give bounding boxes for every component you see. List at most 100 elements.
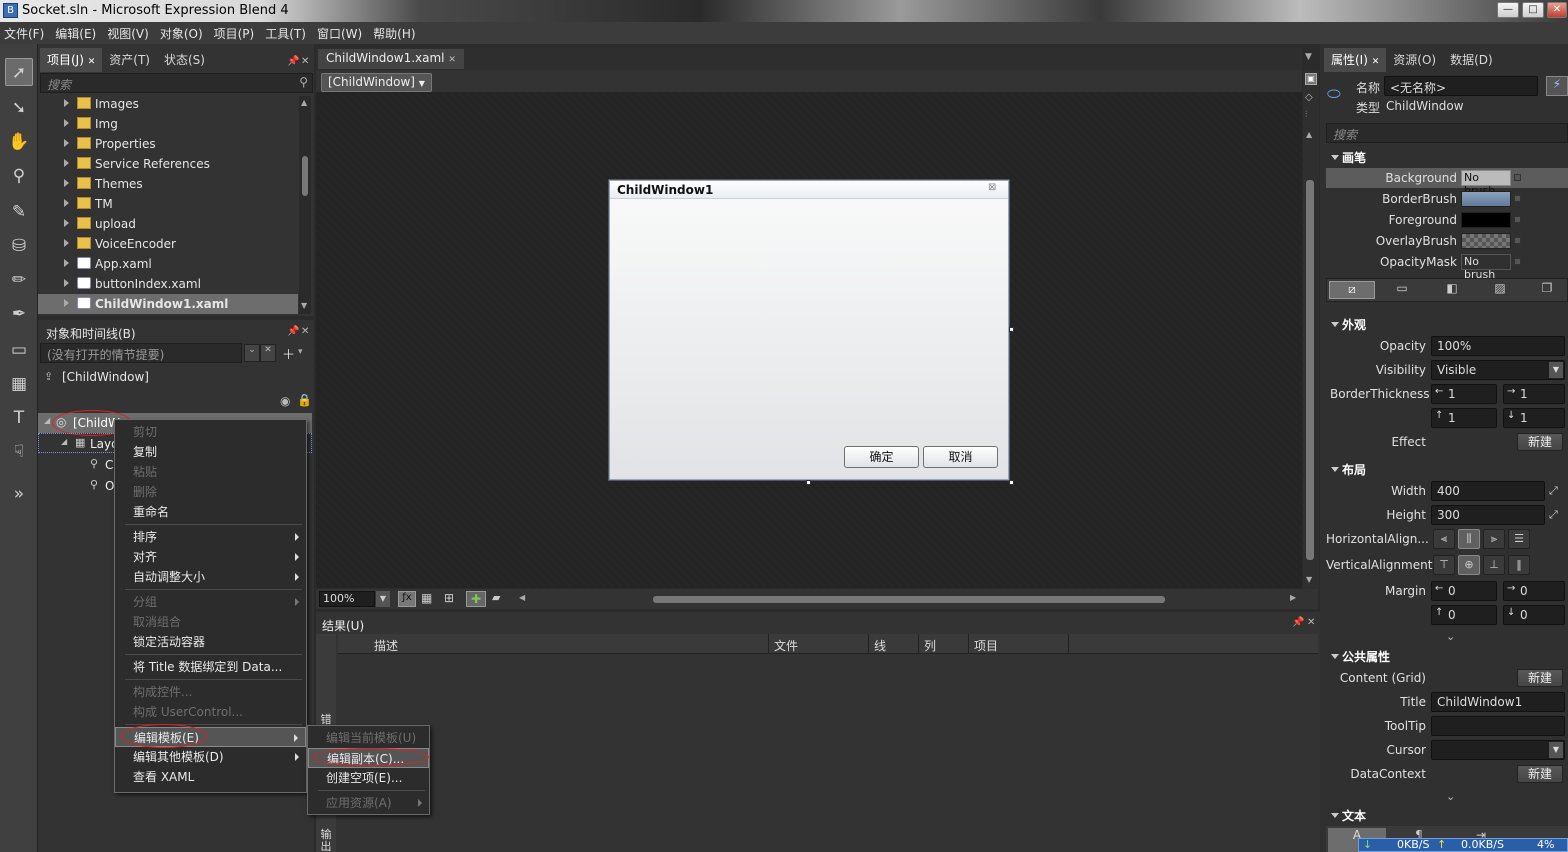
- vertical-scroll-thumb[interactable]: [1306, 180, 1314, 560]
- scope-up-icon[interactable]: ⇪: [44, 370, 53, 383]
- expand-arrow-icon[interactable]: [64, 279, 69, 287]
- align-top-icon[interactable]: ⊤: [1433, 555, 1455, 575]
- close-tab-icon[interactable]: ✕: [1372, 57, 1380, 67]
- breadcrumb[interactable]: [ChildWindow] ▼: [321, 73, 432, 92]
- expand-arrow-icon[interactable]: [64, 199, 69, 207]
- control-button-icon[interactable]: ☟: [5, 438, 33, 466]
- close-icon[interactable]: ✕: [301, 56, 309, 67]
- auto-size-icon[interactable]: ⤢: [1549, 484, 1558, 498]
- project-item[interactable]: Images: [38, 94, 298, 114]
- snap-lines-icon[interactable]: ✚: [466, 591, 486, 607]
- expand-arrow-icon[interactable]: [64, 299, 69, 307]
- expand-icon[interactable]: ◢: [44, 416, 50, 425]
- minimize-button[interactable]: —: [1497, 2, 1519, 18]
- expand-arrow-icon[interactable]: [64, 99, 69, 107]
- pan-hand-icon[interactable]: ✋: [5, 128, 33, 156]
- advanced-options-icon[interactable]: [1514, 216, 1521, 223]
- grid-layout-icon[interactable]: ▦: [5, 370, 33, 398]
- resize-handle[interactable]: [1009, 327, 1014, 332]
- align-left-icon[interactable]: ⫷: [1433, 529, 1455, 549]
- show-grid-icon[interactable]: ▦: [421, 591, 432, 605]
- foreground-swatch[interactable]: [1461, 212, 1511, 228]
- column-col[interactable]: 列: [924, 637, 936, 654]
- menu-project[interactable]: 项目(P): [214, 25, 255, 42]
- section-common-properties[interactable]: 公共属性: [1326, 647, 1568, 667]
- border-right-input[interactable]: → 1: [1503, 384, 1565, 404]
- pencil-icon[interactable]: ✏: [5, 266, 33, 294]
- context-menu-item[interactable]: 自动调整大小: [115, 567, 306, 587]
- tab-project[interactable]: 项目(J) ✕: [40, 48, 103, 72]
- column-line[interactable]: 线: [874, 637, 886, 654]
- section-appearance[interactable]: 外观: [1326, 315, 1568, 335]
- context-menu-item[interactable]: 对齐: [115, 547, 306, 567]
- project-item[interactable]: TM: [38, 194, 298, 214]
- margin-right-input[interactable]: → 0: [1503, 581, 1565, 601]
- opacitymask-swatch[interactable]: No brush: [1461, 254, 1511, 281]
- submenu-item[interactable]: 创建空项(E)...: [308, 768, 429, 788]
- tab-data[interactable]: 数据(D): [1443, 48, 1500, 72]
- name-input[interactable]: <无名称>: [1384, 76, 1538, 96]
- asset-expand-icon[interactable]: »: [5, 480, 33, 508]
- border-left-input[interactable]: ← 1: [1431, 384, 1497, 404]
- storyboard-dropdown-icon[interactable]: ⌄: [244, 344, 260, 362]
- brush-resources-icon[interactable]: ❐: [1525, 281, 1568, 299]
- context-menu-item[interactable]: 排序: [115, 527, 306, 547]
- borderbrush-swatch[interactable]: [1461, 191, 1511, 207]
- child-window-close-icon[interactable]: ⊠: [988, 182, 996, 193]
- horizontal-scroll-thumb[interactable]: [653, 596, 1165, 603]
- menu-object[interactable]: 对象(O): [160, 25, 203, 42]
- margin-top-input[interactable]: ↑ 0: [1431, 605, 1497, 625]
- gradient-brush-icon[interactable]: ◧: [1429, 281, 1475, 299]
- height-input[interactable]: 300: [1431, 505, 1545, 525]
- menu-view[interactable]: 视图(V): [107, 25, 149, 42]
- expand-arrow-icon[interactable]: [64, 219, 69, 227]
- project-item[interactable]: App.xaml: [38, 254, 298, 274]
- tab-properties[interactable]: 属性(I) ✕: [1324, 48, 1387, 72]
- tab-output[interactable]: 输出: [318, 829, 334, 852]
- expand-arrow-icon[interactable]: [64, 239, 69, 247]
- expand-arrow-icon[interactable]: [64, 159, 69, 167]
- selection-arrow-icon[interactable]: ➚: [5, 58, 33, 86]
- snap-grid-icon[interactable]: ⊞: [444, 591, 454, 605]
- advanced-options-icon[interactable]: [1514, 258, 1521, 265]
- split-view-icon[interactable]: ⫶: [1305, 110, 1307, 120]
- align-bottom-icon[interactable]: ⊥: [1483, 555, 1505, 575]
- width-input[interactable]: 400: [1431, 481, 1545, 501]
- eyedropper-icon[interactable]: ✎: [5, 198, 33, 226]
- project-search-input[interactable]: 搜索 ⚲: [40, 73, 313, 93]
- scroll-thumb[interactable]: [302, 156, 308, 196]
- margin-bottom-input[interactable]: ↓ 0: [1503, 605, 1565, 625]
- annotations-icon[interactable]: ▰: [492, 591, 500, 604]
- new-storyboard-icon[interactable]: ＋: [282, 344, 295, 363]
- close-button[interactable]: ✕: [1547, 2, 1567, 18]
- visibility-select[interactable]: Visible ▼: [1431, 360, 1565, 380]
- events-icon[interactable]: ⚡: [1546, 76, 1568, 96]
- section-brushes[interactable]: 画笔: [1326, 148, 1568, 168]
- resize-handle[interactable]: [1009, 480, 1014, 485]
- context-menu-item[interactable]: 编辑其他模板(D): [115, 747, 306, 767]
- new-datacontext-button[interactable]: 新建: [1517, 765, 1563, 783]
- align-center-icon[interactable]: ⫼: [1458, 529, 1480, 549]
- maximize-button[interactable]: □: [1522, 2, 1544, 18]
- menu-tools[interactable]: 工具(T): [265, 25, 306, 42]
- tab-resources[interactable]: 资源(O): [1386, 48, 1443, 72]
- close-storyboard-icon[interactable]: ✕: [260, 344, 276, 362]
- close-tab-icon[interactable]: ✕: [448, 55, 456, 65]
- expand-advanced-icon[interactable]: ⌄: [1446, 790, 1455, 803]
- pin-icon[interactable]: 📌: [1292, 617, 1304, 628]
- expand-arrow-icon[interactable]: [64, 139, 69, 147]
- project-item[interactable]: Service References: [38, 154, 298, 174]
- menu-file[interactable]: 文件(F): [4, 25, 44, 42]
- ok-button[interactable]: 确定: [844, 446, 919, 468]
- pin-icon[interactable]: 📌: [287, 56, 299, 67]
- solid-brush-icon[interactable]: ▭: [1379, 281, 1425, 299]
- text-tool-icon[interactable]: T: [5, 404, 33, 432]
- project-item[interactable]: ChildWindow1.xaml: [38, 294, 298, 314]
- pin-icon[interactable]: 📌: [287, 326, 299, 337]
- background-brush-swatch[interactable]: No brush: [1461, 170, 1511, 197]
- new-content-button[interactable]: 新建: [1517, 669, 1563, 687]
- design-view-icon[interactable]: ▣: [1305, 73, 1317, 85]
- menu-help[interactable]: 帮助(H): [373, 25, 415, 42]
- rectangle-icon[interactable]: ▭: [5, 336, 33, 364]
- tab-childwindow1-xaml[interactable]: ChildWindow1.xaml ✕: [318, 49, 464, 69]
